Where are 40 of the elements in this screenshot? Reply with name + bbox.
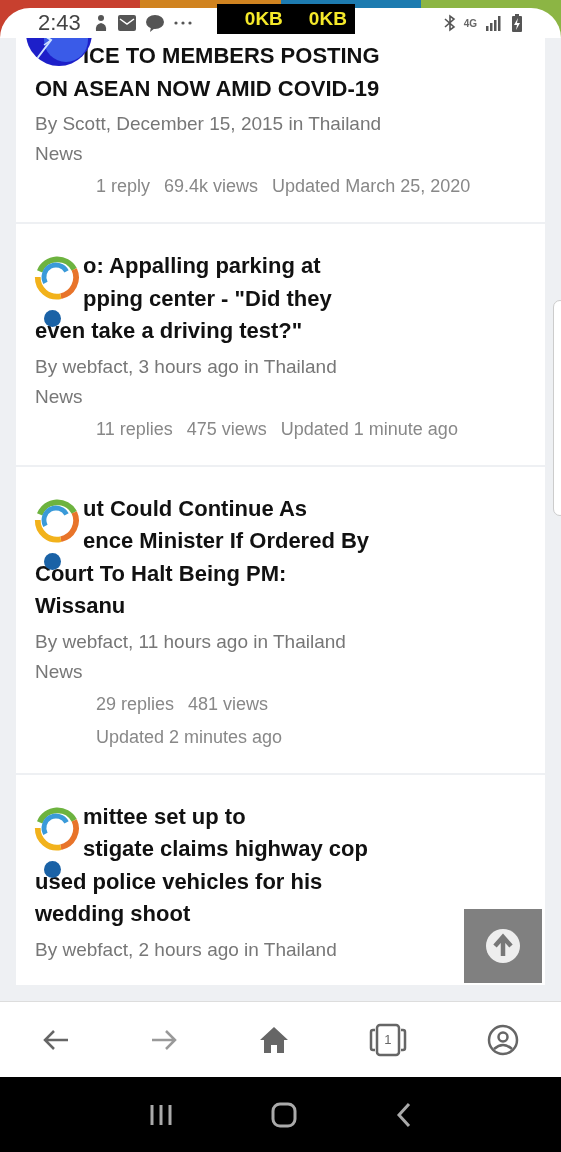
- battery-icon: [511, 13, 523, 33]
- account-icon[interactable]: [487, 1023, 519, 1056]
- topic-stat: 1 reply: [96, 175, 151, 198]
- topic-stat: 481 views: [188, 692, 269, 716]
- home-icon[interactable]: [258, 1025, 289, 1054]
- back-icon[interactable]: [395, 1101, 412, 1128]
- topic-card[interactable]: ICE TO MEMBERS POSTING ON ASEAN NOW AMID COVID-19 By Scott, December 15, 2015 in Thailand News 1 reply 69.4k views Updated March 25, 2020: [16, 38, 545, 222]
- topic-meta: By webfact, 2 hours ago in Thailand: [35, 937, 337, 962]
- topic-stat: Updated 1 minute ago: [280, 417, 458, 441]
- topic-card[interactable]: mittee set up to stigate claims highway cop used police vehicles for his wedding shoot By webfact, 2 hours ago in Thailand: [16, 774, 545, 985]
- topic-card[interactable]: o: Appalling parking at pping center - "Did they even take a driving test?" By webfact, 3 hours ago in Thailand News 11 replies 475 views Updated 1 minute ago: [16, 224, 545, 465]
- forward-arrow-icon[interactable]: [150, 1027, 179, 1052]
- topic-card[interactable]: ut Could Continue As ence Minister If Ordered By Court To Halt Being PM: Wissanu By webfact, 11 hours ago in Thailand News 29 replies 481 views Updated 2 minutes ago: [16, 466, 545, 773]
- signal-icon: [485, 15, 503, 31]
- ring-logo-icon: [32, 254, 80, 302]
- data-speed: 0KB: [308, 8, 347, 30]
- topic-meta: By Scott, December 15, 2015 in Thailand News: [35, 112, 382, 166]
- mail-icon: [116, 13, 137, 33]
- clock-time: 2:43: [38, 10, 81, 36]
- chat-bubble-icon: [144, 13, 165, 33]
- topic-title[interactable]: ut Could Continue As ence Minister If Ordered By Court To Halt Being PM: Wissanu: [35, 492, 525, 623]
- topic-stat: 69.4k views: [164, 175, 259, 198]
- network-type: 4G: [463, 17, 477, 29]
- home-button-icon[interactable]: [271, 1101, 298, 1128]
- more-icon: [172, 20, 193, 26]
- scroll-to-top-button[interactable]: [464, 909, 542, 983]
- back-arrow-icon[interactable]: [42, 1027, 70, 1052]
- topic-title[interactable]: o: Appalling parking at pping center - "Did they even take a driving test?": [35, 250, 525, 348]
- topic-title[interactable]: mittee set up to stigate claims highway cop used police vehicles for his wedding shoot: [35, 800, 525, 931]
- data-speed: 0KB: [244, 8, 283, 30]
- topic-meta: By webfact, 11 hours ago in Thailand News: [35, 629, 346, 684]
- topic-stat: 29 replies: [96, 692, 175, 716]
- topic-stat: 11 replies: [96, 417, 173, 441]
- bluetooth-icon: [443, 14, 456, 32]
- recent-apps-icon[interactable]: [149, 1102, 174, 1127]
- topic-stat: 475 views: [186, 417, 267, 441]
- topic-meta: By webfact, 3 hours ago in Thailand News: [35, 354, 337, 409]
- topic-title[interactable]: ICE TO MEMBERS POSTING ON ASEAN NOW AMID COVID-19: [35, 40, 525, 105]
- topic-stat: Updated 2 minutes ago: [96, 725, 283, 749]
- topic-stat: Updated March 25, 2020: [272, 175, 471, 198]
